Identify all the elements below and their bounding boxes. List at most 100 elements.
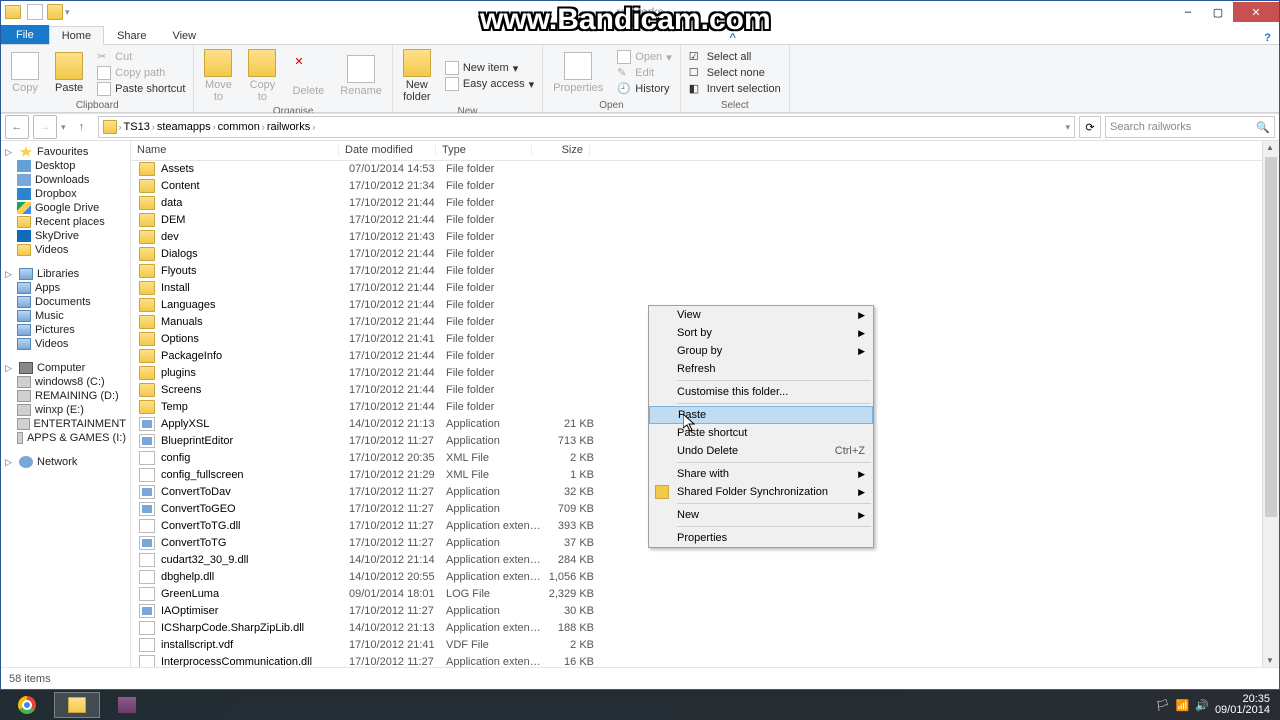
file-row[interactable]: Content17/10/2012 21:34File folder [131, 178, 1262, 195]
col-size[interactable]: Size [532, 144, 590, 156]
invert-selection-button[interactable]: ◧Invert selection [685, 82, 785, 96]
ctx-properties[interactable]: Properties [649, 529, 873, 547]
open-button[interactable]: Open ▾ [613, 50, 675, 64]
file-row[interactable]: Dialogs17/10/2012 21:44File folder [131, 246, 1262, 263]
nav-lib-videos[interactable]: Videos [1, 337, 130, 351]
file-row[interactable]: dbghelp.dll14/10/2012 20:55Application e… [131, 569, 1262, 586]
new-item-button[interactable]: New item ▾ [441, 61, 538, 75]
help-icon[interactable]: ? [1256, 32, 1279, 44]
copy-path-button[interactable]: Copy path [93, 66, 189, 80]
breadcrumb[interactable]: › TS13› steamapps› common› railworks› ▾ [98, 116, 1075, 138]
copy-button[interactable]: Copy [5, 50, 45, 96]
file-row[interactable]: installscript.vdf17/10/2012 21:41VDF Fil… [131, 637, 1262, 654]
taskbar-winrar[interactable] [104, 692, 150, 718]
tab-home[interactable]: Home [49, 26, 104, 45]
select-none-button[interactable]: ☐Select none [685, 66, 785, 80]
tab-view[interactable]: View [159, 26, 209, 44]
nav-apps[interactable]: Apps [1, 281, 130, 295]
tray-network-icon[interactable]: 📶 [1176, 699, 1190, 712]
tray-flag-icon[interactable]: 🏳 [1156, 699, 1170, 712]
ctx-refresh[interactable]: Refresh [649, 360, 873, 378]
nav-network[interactable]: ▷Network [1, 455, 130, 469]
tab-share[interactable]: Share [104, 26, 159, 44]
col-date[interactable]: Date modified [339, 144, 436, 156]
ctx-undo-delete[interactable]: Undo DeleteCtrl+Z [649, 442, 873, 460]
up-button[interactable]: ↑ [70, 115, 94, 139]
nav-videos[interactable]: Videos [1, 243, 130, 257]
ctx-view[interactable]: View▶ [649, 306, 873, 324]
qat-newfolder-icon[interactable] [47, 4, 63, 20]
file-row[interactable]: Install17/10/2012 21:44File folder [131, 280, 1262, 297]
paste-button[interactable]: Paste [49, 50, 89, 96]
nav-dropbox[interactable]: Dropbox [1, 187, 130, 201]
delete-button[interactable]: ✕Delete [286, 53, 330, 99]
ctx-sort-by[interactable]: Sort by▶ [649, 324, 873, 342]
nav-desktop[interactable]: Desktop [1, 159, 130, 173]
breadcrumb-dropdown-icon[interactable]: ▾ [1065, 122, 1070, 133]
search-input[interactable]: Search railworks 🔍 [1105, 116, 1275, 138]
nav-music[interactable]: Music [1, 309, 130, 323]
crumb-common[interactable]: common [218, 121, 260, 133]
nav-skydrive[interactable]: SkyDrive [1, 229, 130, 243]
history-button[interactable]: 🕘History [613, 82, 675, 96]
close-button[interactable]: ✕ [1233, 2, 1279, 22]
edit-button[interactable]: ✎Edit [613, 66, 675, 80]
crumb-railworks[interactable]: railworks [267, 121, 310, 133]
nav-googledrive[interactable]: Google Drive [1, 201, 130, 215]
paste-shortcut-button[interactable]: Paste shortcut [93, 82, 189, 96]
crumb-steamapps[interactable]: steamapps [157, 121, 211, 133]
ctx-group-by[interactable]: Group by▶ [649, 342, 873, 360]
tray-volume-icon[interactable]: 🔊 [1195, 699, 1209, 712]
properties-button[interactable]: Properties [547, 50, 609, 96]
ctx-new[interactable]: New▶ [649, 506, 873, 524]
system-tray[interactable]: 🏳 📶 🔊 20:35 09/01/2014 [1148, 694, 1278, 716]
ctx-customise[interactable]: Customise this folder... [649, 383, 873, 401]
nav-documents[interactable]: Documents [1, 295, 130, 309]
crumb-ts13[interactable]: TS13 [124, 121, 150, 133]
move-to-button[interactable]: Move to [198, 47, 238, 105]
taskbar-explorer[interactable] [54, 692, 100, 718]
copy-to-button[interactable]: Copy to [242, 47, 282, 105]
new-folder-button[interactable]: New folder [397, 47, 437, 105]
col-type[interactable]: Type [436, 144, 532, 156]
column-headers[interactable]: Name Date modified Type Size [131, 141, 1262, 161]
nav-drive-ent[interactable]: ENTERTAINMENT [1, 417, 130, 431]
file-row[interactable]: data17/10/2012 21:44File folder [131, 195, 1262, 212]
file-row[interactable]: InterprocessCommunication.dll17/10/2012 … [131, 654, 1262, 667]
nav-libraries[interactable]: ▷Libraries [1, 267, 130, 281]
nav-computer[interactable]: ▷Computer [1, 361, 130, 375]
file-row[interactable]: ICSharpCode.SharpZipLib.dll14/10/2012 21… [131, 620, 1262, 637]
ctx-paste-shortcut[interactable]: Paste shortcut [649, 424, 873, 442]
nav-pictures[interactable]: Pictures [1, 323, 130, 337]
file-row[interactable]: IAOptimiser17/10/2012 11:27Application30… [131, 603, 1262, 620]
minimize-ribbon-icon[interactable]: ^ [721, 32, 743, 44]
cut-button[interactable]: ✂Cut [93, 50, 189, 64]
recent-dropdown-icon[interactable]: ▾ [61, 122, 66, 133]
ctx-shared-sync[interactable]: Shared Folder Synchronization▶ [649, 483, 873, 501]
col-name[interactable]: Name [131, 144, 339, 156]
file-row[interactable]: DEM17/10/2012 21:44File folder [131, 212, 1262, 229]
nav-downloads[interactable]: Downloads [1, 173, 130, 187]
taskbar-chrome[interactable] [4, 692, 50, 718]
file-row[interactable]: Flyouts17/10/2012 21:44File folder [131, 263, 1262, 280]
qat-properties-icon[interactable] [27, 4, 43, 20]
nav-drive-apps[interactable]: APPS & GAMES (I:) [1, 431, 130, 445]
qat-dropdown-icon[interactable]: ▾ [65, 7, 70, 18]
minimize-button[interactable]: – [1173, 2, 1203, 22]
rename-button[interactable]: Rename [334, 53, 388, 99]
select-all-button[interactable]: ☑Select all [685, 50, 785, 64]
taskbar-clock[interactable]: 20:35 09/01/2014 [1215, 694, 1270, 716]
nav-drive-e[interactable]: winxp (E:) [1, 403, 130, 417]
file-row[interactable]: dev17/10/2012 21:43File folder [131, 229, 1262, 246]
file-row[interactable]: GreenLuma09/01/2014 18:01LOG File2,329 K… [131, 586, 1262, 603]
maximize-button[interactable]: ▢ [1203, 2, 1233, 22]
ctx-paste[interactable]: Paste [649, 406, 873, 424]
forward-button[interactable]: → [33, 115, 57, 139]
file-row[interactable]: cudart32_30_9.dll14/10/2012 21:14Applica… [131, 552, 1262, 569]
file-row[interactable]: Assets07/01/2014 14:53File folder [131, 161, 1262, 178]
nav-drive-c[interactable]: windows8 (C:) [1, 375, 130, 389]
nav-recent[interactable]: Recent places [1, 215, 130, 229]
easy-access-button[interactable]: Easy access ▾ [441, 77, 538, 91]
vertical-scrollbar[interactable] [1262, 141, 1279, 667]
nav-drive-d[interactable]: REMAINING (D:) [1, 389, 130, 403]
